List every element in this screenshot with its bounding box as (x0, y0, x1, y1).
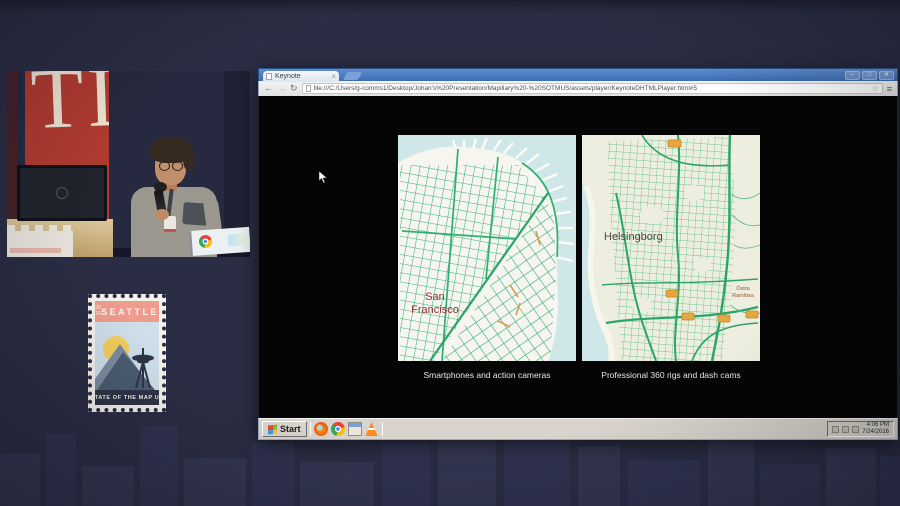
map-helsingborg-art (582, 134, 761, 362)
map-helsingborg: Helsingborg Östra Ramlösa (582, 134, 761, 362)
browser-toolbar: ← → ↻ file:///C:/Users/g-comms1/Desktop/… (258, 81, 898, 96)
tab-close-icon[interactable]: × (331, 72, 336, 81)
stamp-header: 20 16 SEATTLE (95, 301, 159, 322)
caption-left-map: Smartphones and action cameras (423, 370, 551, 380)
skyline-building (628, 460, 700, 506)
stamp-inner: 20 16 SEATTLE STATE OF THE MAP US (90, 301, 163, 405)
dell-logo-icon (56, 187, 68, 199)
skyline-building (880, 456, 900, 506)
video-frame: TL 20 16 SEATTLE STATE OF THE MAP US Key… (0, 0, 900, 506)
skyline-building (82, 466, 134, 506)
mouse-cursor (318, 170, 328, 189)
chrome-logo-icon (198, 234, 213, 249)
skyline-building (252, 442, 294, 506)
firefox-icon[interactable] (313, 422, 328, 436)
page-icon (305, 85, 311, 92)
tray-icon[interactable] (832, 425, 840, 433)
clock-time: 4:06 PM (866, 421, 889, 428)
map-san-francisco: San Francisco (398, 135, 576, 362)
system-tray: 4:06 PM 7/24/2016 (827, 421, 894, 437)
slide-content: San Francisco Helsingborg Östra Ramlösa … (258, 96, 898, 418)
skyline-building (0, 454, 40, 506)
forward-button[interactable]: → (277, 84, 286, 93)
new-tab-button[interactable] (342, 72, 363, 80)
taskbar-separator (381, 422, 383, 436)
windows-flag-icon (268, 424, 277, 434)
podium-monitor (17, 165, 107, 221)
taskbar-separator (309, 422, 311, 436)
map-san-francisco-art (398, 135, 576, 362)
address-bar[interactable]: file:///C:/Users/g-comms1/Desktop/Johan'… (301, 83, 883, 94)
slide-thumbnail (227, 233, 247, 247)
chrome-icon[interactable] (330, 422, 345, 436)
skyline-building (300, 462, 374, 506)
menu-icon[interactable]: ≡ (887, 84, 892, 94)
caption-right-map: Professional 360 rigs and dash cams (601, 370, 741, 380)
stamp-city-label: SEATTLE (101, 306, 159, 317)
minimize-button[interactable]: – (845, 71, 860, 80)
banner-letters: TL (29, 71, 109, 147)
place-label-san-francisco: San Francisco (411, 291, 459, 316)
refresh-button[interactable]: ↻ (290, 84, 298, 93)
place-label-ostra-ramlosa: Östra Ramlösa (732, 286, 754, 299)
tray-clock[interactable]: 4:06 PM 7/24/2016 (862, 422, 889, 437)
skyline-building (382, 444, 430, 506)
windows-taskbar: Start 4:06 PM 7/24/2016 (258, 418, 898, 440)
space-needle-icon (132, 348, 154, 389)
bookmark-star-icon[interactable]: ☆ (872, 84, 879, 93)
skyline-building (708, 440, 754, 506)
vlc-icon[interactable] (365, 422, 378, 436)
tab-favicon-icon (266, 73, 272, 80)
skyline-building (140, 426, 178, 506)
browser-titlebar: Keynote × – □ ✕ (258, 68, 898, 82)
window-controls: – □ ✕ (845, 71, 894, 80)
skyline-building (184, 458, 246, 506)
tab-title: Keynote (275, 73, 301, 80)
place-label-helsingborg: Helsingborg (604, 231, 663, 243)
back-button[interactable]: ← (264, 84, 273, 93)
confidence-monitor (188, 226, 250, 257)
skyline-building (760, 464, 820, 506)
skyline-building (826, 448, 876, 506)
podium-sign (7, 225, 73, 257)
browser-window: Keynote × – □ ✕ ← → ↻ file:///C:/Users/g… (258, 68, 898, 440)
clock-date: 7/24/2016 (862, 429, 889, 435)
presenter-webcam: TL (7, 71, 250, 257)
skyline-building (46, 434, 76, 506)
tray-icon[interactable] (842, 425, 850, 433)
tray-icon[interactable] (852, 425, 860, 433)
presenter-hand-mic (155, 209, 169, 220)
browser-tab[interactable]: Keynote × (263, 71, 339, 82)
close-button[interactable]: ✕ (879, 71, 894, 80)
url-text: file:///C:/Users/g-comms1/Desktop/Johan'… (313, 85, 697, 92)
maximize-button[interactable]: □ (862, 71, 877, 80)
sotm-stamp-logo: 20 16 SEATTLE STATE OF THE MAP US (88, 294, 166, 412)
stamp-artwork (95, 322, 159, 390)
skyline-building (578, 446, 620, 506)
presenter-glasses (158, 161, 184, 171)
presenter-hair (149, 137, 195, 171)
explorer-window-icon[interactable] (347, 422, 362, 436)
stamp-footer-label: STATE OF THE MAP US (90, 390, 163, 405)
start-label: Start (280, 424, 301, 434)
start-button[interactable]: Start (262, 421, 307, 437)
